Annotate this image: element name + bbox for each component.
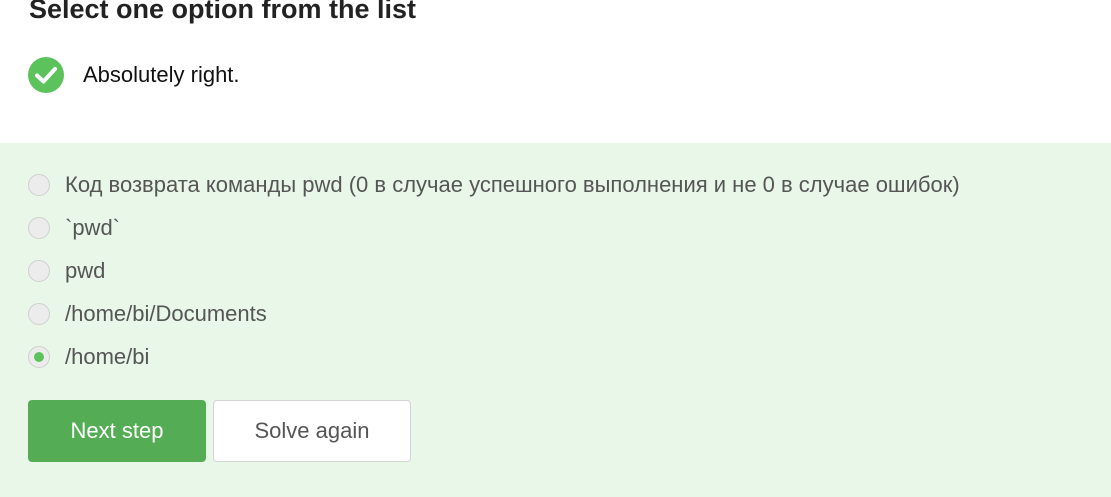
quiz-page: Select one option from the list Absolute… xyxy=(0,0,1111,497)
page-title: Select one option from the list xyxy=(29,0,417,24)
radio-button[interactable] xyxy=(28,302,50,325)
option-label: /home/bi xyxy=(65,343,150,369)
radio-button[interactable] xyxy=(28,216,50,239)
radio-button[interactable] xyxy=(28,173,50,196)
question-header: Select one option from the list Absolute… xyxy=(0,0,1111,143)
option-label: `pwd` xyxy=(65,214,121,240)
feedback-message: Absolutely right. xyxy=(28,57,240,93)
feedback-text: Absolutely right. xyxy=(83,62,240,87)
check-circle-icon xyxy=(28,57,64,93)
option-label: /home/bi/Documents xyxy=(65,300,267,326)
action-buttons: Next step Solve again xyxy=(28,400,411,462)
radio-selected-dot xyxy=(34,351,44,362)
option-label: pwd xyxy=(65,257,106,283)
option-item[interactable]: Код возврата команды pwd (0 в случае усп… xyxy=(28,163,960,206)
option-item[interactable]: `pwd` xyxy=(28,206,960,249)
option-item[interactable]: /home/bi/Documents xyxy=(28,292,960,335)
option-item-selected[interactable]: /home/bi xyxy=(28,335,960,378)
option-label: Код возврата команды pwd (0 в случае усп… xyxy=(65,171,960,197)
radio-button-selected[interactable] xyxy=(28,345,50,368)
options-list: Код возврата команды pwd (0 в случае усп… xyxy=(28,163,960,378)
option-item[interactable]: pwd xyxy=(28,249,960,292)
solve-again-button[interactable]: Solve again xyxy=(213,400,411,462)
next-step-button[interactable]: Next step xyxy=(28,400,206,462)
answer-panel: Код возврата команды pwd (0 в случае усп… xyxy=(0,143,1111,497)
radio-button[interactable] xyxy=(28,259,50,282)
